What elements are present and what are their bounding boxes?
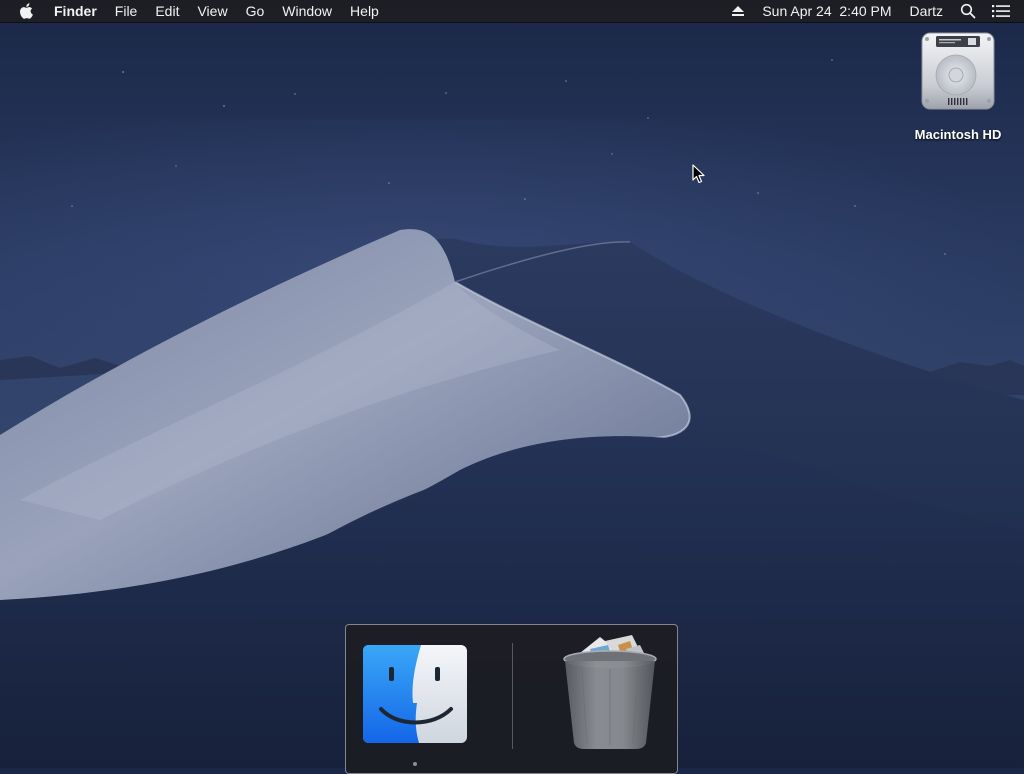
desktop-icon-macintosh-hd[interactable]: Macintosh HD	[906, 30, 1010, 142]
mouse-cursor-icon	[692, 164, 705, 184]
menu-window[interactable]: Window	[273, 0, 341, 22]
menu-bar: Finder File Edit View Go Window Help Sun…	[0, 0, 1024, 23]
menu-edit[interactable]: Edit	[146, 0, 188, 22]
menu-user[interactable]: Dartz	[901, 0, 952, 22]
dock	[345, 624, 678, 774]
finder-running-indicator	[413, 762, 417, 766]
menu-help[interactable]: Help	[341, 0, 388, 22]
trash-full-icon[interactable]	[560, 631, 660, 753]
menu-clock[interactable]: Sun Apr 24 2:40 PM	[753, 0, 900, 22]
menu-file[interactable]: File	[106, 0, 147, 22]
menu-app-name[interactable]: Finder	[45, 0, 106, 22]
spotlight-search-icon[interactable]	[952, 0, 984, 22]
eject-icon[interactable]	[723, 0, 753, 22]
hard-drive-icon	[921, 32, 995, 110]
desktop-icon-label: Macintosh HD	[914, 127, 1002, 142]
menu-view[interactable]: View	[188, 0, 236, 22]
finder-icon[interactable]	[363, 645, 467, 743]
apple-logo-icon[interactable]	[0, 0, 45, 22]
menu-go[interactable]: Go	[237, 0, 274, 22]
notification-center-icon[interactable]	[984, 0, 1024, 22]
dock-divider	[512, 643, 513, 749]
